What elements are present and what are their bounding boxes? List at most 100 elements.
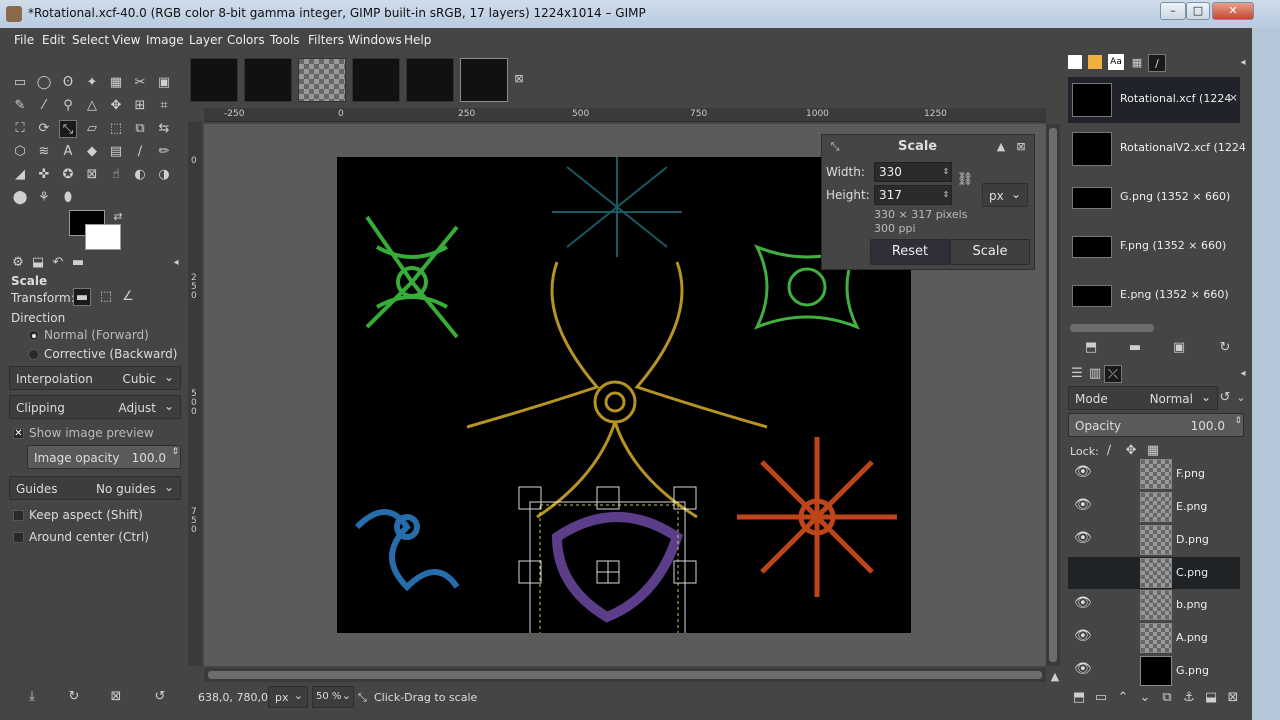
image-tab-thumb[interactable] <box>298 58 346 102</box>
image-tab-thumb-active[interactable] <box>460 58 508 102</box>
rect-select-icon[interactable]: ▭ <box>11 74 29 92</box>
spin-arrows-icon[interactable]: ⇕ <box>1234 416 1242 426</box>
image-tab-thumb[interactable] <box>352 58 400 102</box>
maximize-button[interactable]: □ <box>1186 2 1210 20</box>
cage-transform-icon[interactable]: ⬡ <box>11 143 29 161</box>
undo-history-tab-icon[interactable]: ↶ <box>49 254 67 272</box>
gradient-icon[interactable]: ▤ <box>107 143 125 161</box>
heal-icon[interactable]: ⊠ <box>83 166 101 184</box>
smudge-drop-icon[interactable]: ⬮ <box>59 189 77 207</box>
spin-arrows-icon[interactable]: ⇕ <box>171 447 179 457</box>
minimize-button[interactable]: – <box>1160 2 1186 20</box>
image-list-item[interactable]: RotationalV2.xcf (1224 <box>1068 126 1246 172</box>
new-layer-icon[interactable]: ⬒ <box>1070 689 1088 707</box>
delete-layer-icon[interactable]: ⊠ <box>1224 689 1242 707</box>
pencil-icon[interactable]: ✏ <box>155 143 173 161</box>
interpolation-combo[interactable]: Interpolation Cubic ⌄ <box>9 366 181 390</box>
dock-menu-icon[interactable]: ◂ <box>167 254 185 272</box>
image-tab-thumb[interactable] <box>190 58 238 102</box>
raise-layer-icon[interactable]: ⌃ <box>1114 689 1132 707</box>
paths-tab-icon[interactable]: ⤫ <box>1104 365 1122 383</box>
layer-row[interactable]: 👁 D.png <box>1068 524 1240 556</box>
close-tab-icon[interactable]: ⊠ <box>510 70 528 88</box>
menu-colors[interactable]: Colors <box>227 33 265 47</box>
layer-mode-combo[interactable]: Mode Normal ⌄ <box>1068 386 1218 410</box>
images-list-tab-icon[interactable]: ∕ <box>1148 54 1166 72</box>
shear-icon[interactable]: ▱ <box>83 120 101 138</box>
navigate-icon[interactable]: ▲ <box>1046 668 1064 686</box>
eraser-icon[interactable]: ◢ <box>11 166 29 184</box>
visibility-eye-icon[interactable]: 👁 <box>1074 661 1092 677</box>
visibility-eye-icon[interactable]: 👁 <box>1074 497 1092 513</box>
image-list-item[interactable]: F.png (1352 × 660) <box>1068 224 1240 270</box>
reset-options-icon[interactable]: ↺ <box>151 688 169 706</box>
dodge-icon[interactable]: ◑ <box>155 166 173 184</box>
ellipse-select-icon[interactable]: ◯ <box>35 74 53 92</box>
ink-icon[interactable]: ⬤ <box>11 189 29 207</box>
close-icon[interactable]: ⊠ <box>1012 138 1030 156</box>
menu-image[interactable]: Image <box>146 33 184 47</box>
transform-layer-icon[interactable]: ▬ <box>73 288 91 306</box>
menu-select[interactable]: Select <box>72 33 109 47</box>
horizontal-scrollbar[interactable] <box>204 668 1046 682</box>
clipping-combo[interactable]: Clipping Adjust ⌄ <box>9 395 181 419</box>
crop-icon[interactable]: ⌗ <box>155 97 173 115</box>
chain-link-icon[interactable]: ⛓ <box>956 171 974 189</box>
fuzzy-select-icon[interactable]: ✦ <box>83 74 101 92</box>
unified-transform-icon[interactable]: ⛶ <box>11 120 29 138</box>
image-list-item[interactable]: Rotational.xcf (1224 × <box>1068 77 1240 123</box>
perspective-icon[interactable]: ⬚ <box>107 120 125 138</box>
warp-icon[interactable]: ≋ <box>35 143 53 161</box>
image-tab-thumb[interactable] <box>406 58 454 102</box>
close-window-button[interactable]: ✕ <box>1212 2 1254 20</box>
menu-file[interactable]: File <box>14 33 34 47</box>
align-icon[interactable]: ⊞ <box>131 97 149 115</box>
vertical-scrollbar[interactable] <box>1046 124 1060 666</box>
text-icon[interactable]: A <box>59 143 77 161</box>
lower-layer-icon[interactable]: ⌄ <box>1136 689 1154 707</box>
delete-display-icon[interactable]: ▣ <box>1170 339 1188 357</box>
guides-combo[interactable]: Guides No guides ⌄ <box>9 476 181 500</box>
anchor-layer-icon[interactable]: ⚓ <box>1180 689 1198 707</box>
layer-opacity-slider[interactable]: Opacity 100.0 ⇕ <box>1068 413 1244 437</box>
height-spin-arrows-icon[interactable]: ⇕ <box>940 186 952 204</box>
direction-corrective-radio[interactable] <box>28 349 39 360</box>
rotate-icon[interactable]: ⟳ <box>35 120 53 138</box>
new-layer-group-icon[interactable]: ▭ <box>1092 689 1110 707</box>
width-spin-arrows-icon[interactable]: ⇕ <box>940 163 952 181</box>
visibility-eye-icon[interactable]: 👁 <box>1074 628 1092 644</box>
unit-combo[interactable]: px ⌄ <box>982 183 1028 207</box>
3d-transform-icon[interactable]: ⧉ <box>131 120 149 138</box>
background-color-swatch[interactable] <box>85 224 121 250</box>
lasso-icon[interactable]: ʘ <box>59 74 77 92</box>
paths-icon[interactable]: ✎ <box>11 97 29 115</box>
color-picker-icon[interactable]: ⁄ <box>35 97 53 115</box>
close-icon[interactable]: × <box>1229 91 1238 104</box>
menu-layer[interactable]: Layer <box>189 33 222 47</box>
scale-dialog-pin-icon[interactable]: ▲ <box>992 138 1010 156</box>
transform-selection-icon[interactable]: ⬚ <box>97 288 115 306</box>
zoom-select[interactable]: 50 % ⌄ <box>312 686 354 708</box>
color-select-icon[interactable]: ▦ <box>107 74 125 92</box>
merge-layer-icon[interactable]: ⬓ <box>1202 689 1220 707</box>
refresh-icon[interactable]: ↻ <box>1216 339 1234 357</box>
images-scrollbar[interactable] <box>1070 324 1154 332</box>
bucket-fill-icon[interactable]: ◆ <box>83 143 101 161</box>
image-tab-thumb[interactable] <box>244 58 292 102</box>
visibility-eye-icon[interactable]: 👁 <box>1074 464 1092 480</box>
document-history-tab-icon[interactable]: ▦ <box>1128 54 1146 72</box>
around-center-checkbox[interactable] <box>13 532 24 543</box>
menu-help[interactable]: Help <box>404 33 431 47</box>
raise-display-icon[interactable]: ⬒ <box>1082 339 1100 357</box>
unit-select[interactable]: px ⌄ <box>268 686 308 708</box>
reset-button[interactable]: Reset <box>870 239 950 265</box>
measure-icon[interactable]: △ <box>83 97 101 115</box>
image-list-item[interactable]: E.png (1352 × 660) <box>1068 273 1240 319</box>
device-status-tab-icon[interactable]: ⬓ <box>29 254 47 272</box>
move-icon[interactable]: ✥ <box>107 97 125 115</box>
direction-normal-radio[interactable] <box>28 330 39 341</box>
mypaint-brush-icon[interactable]: ⚘ <box>35 189 53 207</box>
visibility-eye-icon[interactable]: 👁 <box>1074 595 1092 611</box>
swap-colors-icon[interactable]: ⇄ <box>109 208 127 226</box>
layer-row[interactable]: 👁 E.png <box>1068 491 1240 523</box>
